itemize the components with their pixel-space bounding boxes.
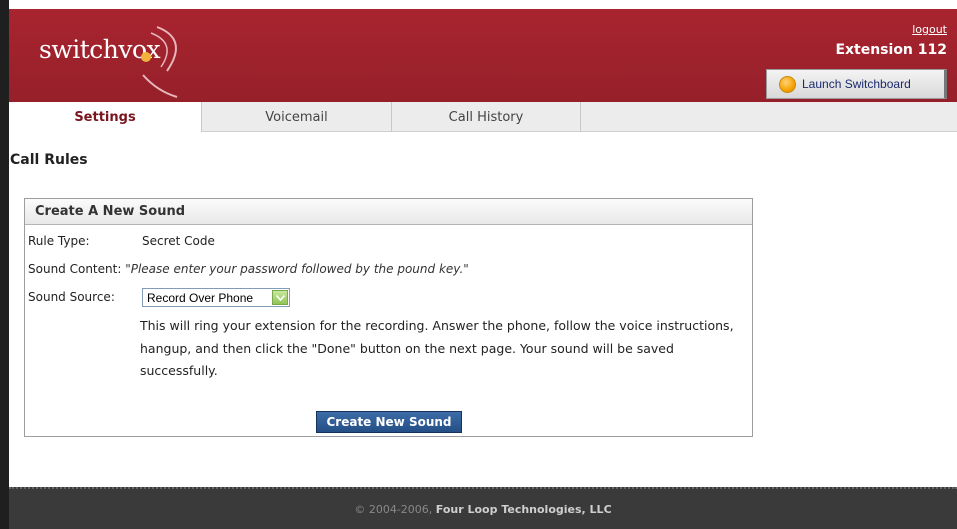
window-top-strip bbox=[9, 0, 957, 9]
header-bar: switchvox logout Extension 112 Launch Sw… bbox=[9, 9, 957, 102]
tab-bar-filler bbox=[581, 102, 957, 131]
footer: © 2004-2006, Four Loop Technologies, LLC bbox=[9, 487, 957, 529]
tab-bar: Settings Voicemail Call History bbox=[9, 102, 957, 132]
page-title: Call Rules bbox=[10, 152, 88, 168]
tab-voicemail[interactable]: Voicemail bbox=[202, 102, 392, 132]
chevron-down-icon[interactable] bbox=[272, 290, 288, 305]
tab-settings[interactable]: Settings bbox=[9, 102, 202, 132]
rule-type-row: Rule Type: Secret Code bbox=[28, 234, 215, 248]
panel-title: Create A New Sound bbox=[25, 199, 752, 225]
launch-switchboard-label: Launch Switchboard bbox=[802, 77, 911, 91]
sound-source-label: Sound Source: bbox=[28, 290, 115, 304]
create-new-sound-button[interactable]: Create New Sound bbox=[316, 411, 462, 433]
logo-swirl-icon bbox=[141, 26, 178, 98]
sound-source-select[interactable]: Record Over Phone bbox=[142, 288, 290, 307]
recording-help-text: This will ring your extension for the re… bbox=[140, 318, 734, 378]
extension-label: Extension 112 bbox=[835, 42, 947, 58]
switchboard-status-icon bbox=[779, 75, 796, 93]
window-left-border bbox=[0, 0, 9, 529]
sound-content-value: "Please enter your password followed by … bbox=[125, 262, 469, 276]
create-sound-panel: Create A New Sound Rule Type: Secret Code… bbox=[24, 198, 753, 437]
footer-copyright: © 2004-2006, bbox=[354, 502, 433, 516]
sound-source-selected: Record Over Phone bbox=[147, 290, 254, 305]
rule-type-label: Rule Type: bbox=[28, 234, 90, 248]
launch-switchboard-button[interactable]: Launch Switchboard bbox=[766, 69, 947, 99]
switchvox-logo[interactable]: switchvox bbox=[39, 26, 178, 98]
sound-content-row: Sound Content: "Please enter your passwo… bbox=[28, 262, 469, 276]
logout-link[interactable]: logout bbox=[912, 23, 947, 36]
rule-type-value: Secret Code bbox=[142, 234, 215, 248]
footer-company: Four Loop Technologies, LLC bbox=[435, 502, 612, 516]
sound-content-label: Sound Content: bbox=[28, 262, 122, 276]
tab-call-history[interactable]: Call History bbox=[392, 102, 581, 132]
